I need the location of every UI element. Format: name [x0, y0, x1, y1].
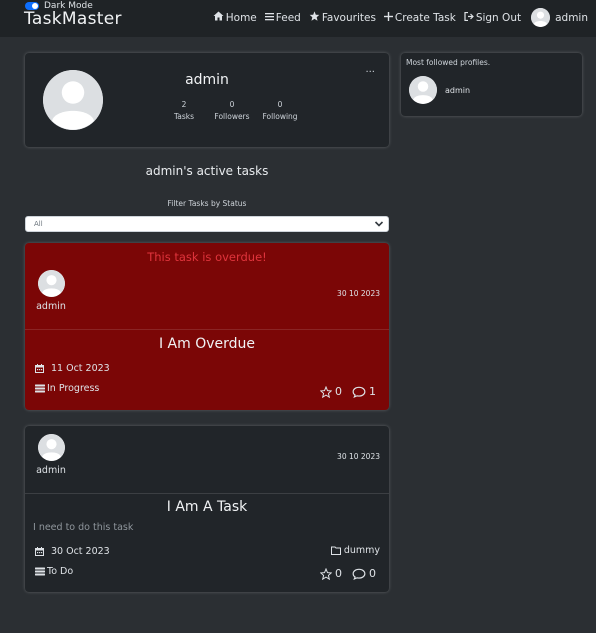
- nav-favourites-link[interactable]: Favourites: [309, 11, 376, 24]
- comment-icon: [352, 568, 366, 580]
- nav-sign-out-link[interactable]: Sign Out: [464, 11, 522, 24]
- avatar: [409, 76, 437, 104]
- brand-logo[interactable]: TaskMaster: [24, 9, 122, 29]
- followed-profile-name: admin: [445, 85, 471, 95]
- like-button[interactable]: 0: [320, 385, 342, 398]
- profile-name: admin: [185, 72, 229, 88]
- task-due-date: 30 Oct 2023: [35, 546, 110, 557]
- stat-value: 0: [229, 100, 235, 109]
- layers-icon: [35, 567, 45, 576]
- comment-icon: [352, 386, 366, 398]
- profile-card: admin ··· 2 Tasks 0 Followers 0 Followin…: [25, 53, 389, 147]
- task-author[interactable]: admin: [35, 434, 67, 476]
- stat-tasks: 2 Tasks: [160, 99, 208, 123]
- task-description: I need to do this task: [33, 522, 134, 533]
- navbar: Dark Mode TaskMaster Home Feed Favourite…: [0, 0, 596, 37]
- avatar: [37, 270, 65, 297]
- folder-icon: [330, 546, 341, 555]
- most-followed-card: Most followed profiles. admin: [401, 53, 582, 116]
- chevron-down-icon: [374, 221, 384, 227]
- task-status-text: In Progress: [47, 383, 100, 394]
- nav-user-name: admin: [555, 11, 588, 24]
- home-icon: [213, 11, 224, 24]
- task-card[interactable]: admin 30 10 2023 I Am A Task I need to d…: [25, 426, 389, 592]
- stat-label: Tasks: [173, 112, 195, 121]
- task-author-name: admin: [36, 465, 66, 476]
- stat-value: 2: [181, 100, 187, 109]
- plus-icon: [383, 11, 393, 24]
- divider: [25, 329, 389, 330]
- stat-label: Followers: [214, 112, 250, 121]
- sign-out-icon: [464, 11, 474, 24]
- filter-label: Filter Tasks by Status: [167, 199, 247, 208]
- nav-favourites-label: Favourites: [321, 11, 376, 24]
- task-status: To Do: [35, 566, 73, 577]
- nav-feed-label: Feed: [275, 11, 301, 24]
- nav-sign-out-label: Sign Out: [475, 11, 522, 24]
- nav-home-link[interactable]: Home: [213, 11, 257, 24]
- comment-button[interactable]: 1: [352, 385, 376, 398]
- nav-links: Home Feed Favourites Create Task Sign Ou…: [205, 8, 588, 27]
- star-outline-icon: [320, 567, 332, 580]
- task-due-date-text: 11 Oct 2023: [51, 363, 110, 374]
- avatar: [531, 8, 551, 27]
- task-counts: 0 0: [310, 567, 376, 580]
- comment-count: 1: [369, 385, 376, 398]
- task-counts: 0 1: [310, 385, 376, 398]
- task-author-name: admin: [36, 301, 66, 312]
- star-outline-icon: [320, 385, 332, 398]
- most-followed-title: Most followed profiles.: [406, 58, 491, 67]
- avatar: [37, 434, 65, 461]
- user-avatar-icon: [37, 434, 65, 461]
- stat-following: 0 Following: [256, 99, 304, 123]
- active-tasks-title: admin's active tasks: [145, 164, 269, 178]
- user-avatar-icon: [409, 76, 437, 104]
- list-icon: [264, 12, 274, 24]
- task-author[interactable]: admin: [35, 270, 67, 312]
- nav-user-profile[interactable]: admin: [531, 8, 588, 27]
- stat-value: 0: [277, 100, 283, 109]
- task-card[interactable]: This task is overdue! admin 30 10 2023 I…: [25, 243, 389, 410]
- calendar-icon: [35, 364, 45, 373]
- task-created-date: 30 10 2023: [337, 289, 380, 298]
- task-due-date-text: 30 Oct 2023: [51, 546, 110, 557]
- overdue-warning: This task is overdue!: [147, 250, 267, 264]
- task-tag[interactable]: dummy: [330, 545, 380, 556]
- task-title[interactable]: I Am Overdue: [25, 336, 389, 352]
- stat-followers: 0 Followers: [208, 99, 256, 123]
- nav-create-task-label: Create Task: [394, 11, 456, 24]
- user-avatar-icon: [531, 8, 551, 27]
- task-status-text: To Do: [47, 566, 74, 577]
- nav-feed-link[interactable]: Feed: [264, 11, 301, 24]
- task-created-date: 30 10 2023: [337, 452, 380, 461]
- nav-home-label: Home: [225, 11, 257, 24]
- followed-profile-item[interactable]: admin: [409, 76, 470, 104]
- calendar-icon: [35, 547, 45, 556]
- filter-selected-value: All: [34, 220, 43, 228]
- divider: [25, 493, 389, 494]
- more-options-icon[interactable]: ···: [365, 67, 375, 78]
- task-tag-label: dummy: [343, 545, 380, 556]
- task-due-date: 11 Oct 2023: [35, 363, 110, 374]
- layers-icon: [35, 384, 45, 393]
- task-title[interactable]: I Am A Task: [25, 499, 389, 515]
- user-avatar-icon: [37, 270, 65, 297]
- stat-label: Following: [262, 112, 298, 121]
- like-count: 0: [335, 385, 342, 398]
- status-filter-select[interactable]: All: [25, 216, 389, 232]
- like-button[interactable]: 0: [320, 567, 342, 580]
- like-count: 0: [335, 567, 342, 580]
- profile-stats: 2 Tasks 0 Followers 0 Following: [160, 99, 304, 123]
- star-icon: [309, 11, 320, 24]
- nav-create-task-link[interactable]: Create Task: [383, 11, 456, 24]
- comment-count: 0: [369, 567, 376, 580]
- task-status: In Progress: [35, 383, 99, 394]
- comment-button[interactable]: 0: [352, 567, 376, 580]
